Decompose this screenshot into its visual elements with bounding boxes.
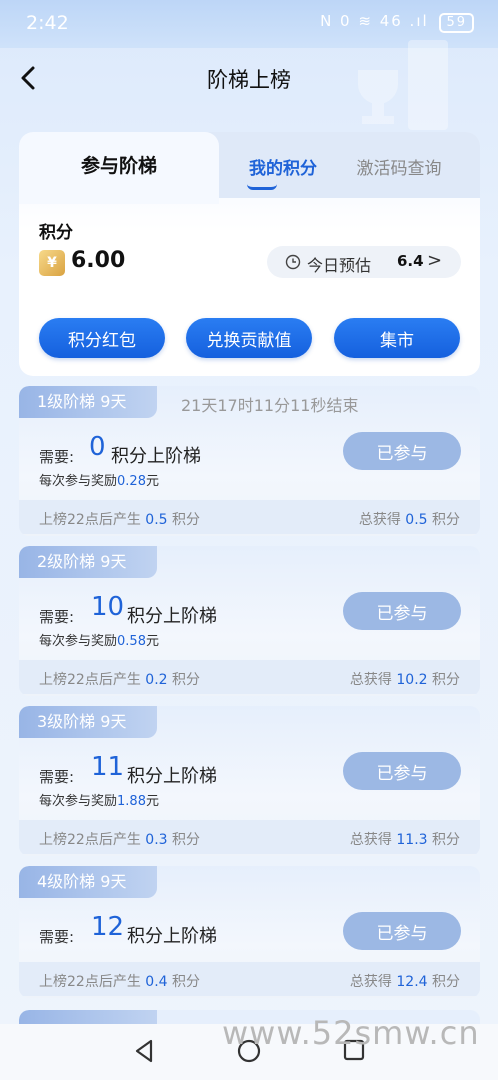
points-card: 参与阶梯 我的积分 激活码查询 积分 ¥ 6.00 今日预估 6.4 > 积分红…	[19, 132, 480, 376]
points-value: 6.00	[71, 248, 126, 273]
generated-after-22: 上榜22点后产生 0.4 积分	[39, 971, 200, 991]
reward-value: 1.88	[117, 794, 146, 809]
level-card: 3级阶梯 9天 需要: 11 积分上阶梯 每次参与奖励1.88元 已参与 上榜2…	[19, 706, 480, 856]
level-card: 1级阶梯 9天 21天17时11分11秒结束 需要: 0 积分上阶梯 每次参与奖…	[19, 386, 480, 536]
points-label: 积分	[39, 223, 73, 243]
footer-right-value: 10.2	[396, 672, 428, 688]
tab-activation-code[interactable]: 激活码查询	[329, 154, 469, 198]
footer-left-unit: 积分	[172, 672, 200, 688]
need-label: 需要:	[39, 928, 75, 946]
need-text: 积分上阶梯	[111, 446, 201, 467]
reward-unit: 元	[145, 634, 159, 649]
total-earned: 总获得 12.4 积分	[350, 971, 460, 991]
footer-right-prefix: 总获得	[349, 974, 392, 990]
need-label: 需要:	[39, 768, 75, 786]
footer-right-value: 0.5	[405, 512, 428, 528]
level-badge: 4级阶梯 9天	[19, 866, 157, 898]
need-points: 10	[91, 592, 125, 622]
reward-unit: 元	[145, 474, 159, 489]
need-points: 11	[91, 752, 125, 782]
watermark: www.52smw.cn	[222, 1014, 480, 1052]
status-time: 2:42	[26, 12, 69, 34]
market-button[interactable]: 集市	[334, 318, 460, 358]
level-footer: 上榜22点后产生 0.4 积分 总获得 12.4 积分	[19, 962, 480, 996]
estimate-value: 6.4	[397, 252, 424, 270]
level-card: 2级阶梯 9天 需要: 10 积分上阶梯 每次参与奖励0.58元 已参与 上榜2…	[19, 546, 480, 696]
joined-button[interactable]: 已参与	[343, 432, 461, 470]
footer-left-prefix: 上榜22点后产生	[39, 974, 141, 990]
generated-after-22: 上榜22点后产生 0.5 积分	[39, 509, 200, 529]
total-earned: 总获得 11.3 积分	[350, 829, 460, 849]
trophy-decoration-icon	[358, 40, 448, 130]
footer-left-unit: 积分	[172, 512, 200, 528]
reward-prefix: 每次参与奖励	[39, 474, 118, 489]
reward-value: 0.28	[117, 474, 146, 489]
footer-right-unit: 积分	[432, 512, 460, 528]
coin-icon: ¥	[39, 250, 65, 276]
footer-left-value: 0.4	[145, 974, 168, 990]
footer-right-unit: 积分	[432, 974, 460, 990]
reward-prefix: 每次参与奖励	[39, 634, 118, 649]
level-footer: 上榜22点后产生 0.2 积分 总获得 10.2 积分	[19, 660, 480, 694]
reward-line: 每次参与奖励1.88元	[39, 790, 159, 809]
footer-right-value: 11.3	[396, 832, 428, 848]
footer-right-value: 12.4	[396, 974, 428, 990]
level-badge: 2级阶梯 9天	[19, 546, 157, 578]
footer-left-value: 0.5	[145, 512, 168, 528]
tab-my-points[interactable]: 我的积分	[219, 154, 347, 198]
joined-button[interactable]: 已参与	[343, 912, 461, 950]
reward-unit: 元	[145, 794, 159, 809]
total-earned: 总获得 10.2 积分	[350, 669, 460, 689]
footer-left-unit: 积分	[172, 832, 200, 848]
need-text: 积分上阶梯	[127, 926, 217, 947]
tab-join-ladder[interactable]: 参与阶梯	[19, 132, 219, 204]
need-text: 积分上阶梯	[127, 606, 217, 627]
nav-back-icon[interactable]	[132, 1038, 156, 1064]
footer-left-prefix: 上榜22点后产生	[39, 832, 141, 848]
reward-prefix: 每次参与奖励	[39, 794, 118, 809]
reward-value: 0.58	[117, 634, 146, 649]
footer-right-unit: 积分	[432, 672, 460, 688]
need-points: 0	[89, 432, 106, 462]
footer-left-value: 0.3	[145, 832, 168, 848]
need-label: 需要:	[39, 448, 75, 466]
level-footer: 上榜22点后产生 0.3 积分 总获得 11.3 积分	[19, 820, 480, 854]
footer-left-prefix: 上榜22点后产生	[39, 512, 141, 528]
clock-icon	[285, 254, 301, 270]
need-label: 需要:	[39, 608, 75, 626]
footer-right-unit: 积分	[432, 832, 460, 848]
status-icons-text: N 0 ≋ 46 .ıl	[320, 12, 429, 30]
need-text: 积分上阶梯	[127, 766, 217, 787]
points-redpacket-button[interactable]: 积分红包	[39, 318, 165, 358]
footer-right-prefix: 总获得	[358, 512, 401, 528]
level-card: 4级阶梯 9天 需要: 12 积分上阶梯 已参与 上榜22点后产生 0.4 积分…	[19, 866, 480, 998]
chevron-right-icon: >	[427, 250, 443, 271]
tab-my-points-label: 我的积分	[249, 159, 317, 179]
need-points: 12	[91, 912, 125, 942]
footer-right-prefix: 总获得	[349, 672, 392, 688]
footer-left-value: 0.2	[145, 672, 168, 688]
joined-button[interactable]: 已参与	[343, 592, 461, 630]
level-footer: 上榜22点后产生 0.5 积分 总获得 0.5 积分	[19, 500, 480, 534]
today-estimate[interactable]: 今日预估 6.4 >	[267, 246, 461, 278]
footer-left-unit: 积分	[172, 974, 200, 990]
countdown-text: 21天17时11分11秒结束	[181, 396, 359, 415]
estimate-label: 今日预估	[307, 256, 372, 275]
level-badge: 1级阶梯 9天	[19, 386, 157, 418]
reward-line: 每次参与奖励0.28元	[39, 470, 159, 489]
exchange-contribution-button[interactable]: 兑换贡献值	[186, 318, 312, 358]
generated-after-22: 上榜22点后产生 0.2 积分	[39, 669, 200, 689]
total-earned: 总获得 0.5 积分	[359, 509, 460, 529]
reward-line: 每次参与奖励0.58元	[39, 630, 159, 649]
footer-left-prefix: 上榜22点后产生	[39, 672, 141, 688]
tab-underline	[247, 184, 277, 190]
generated-after-22: 上榜22点后产生 0.3 积分	[39, 829, 200, 849]
level-badge: 3级阶梯 9天	[19, 706, 157, 738]
footer-right-prefix: 总获得	[349, 832, 392, 848]
joined-button[interactable]: 已参与	[343, 752, 461, 790]
